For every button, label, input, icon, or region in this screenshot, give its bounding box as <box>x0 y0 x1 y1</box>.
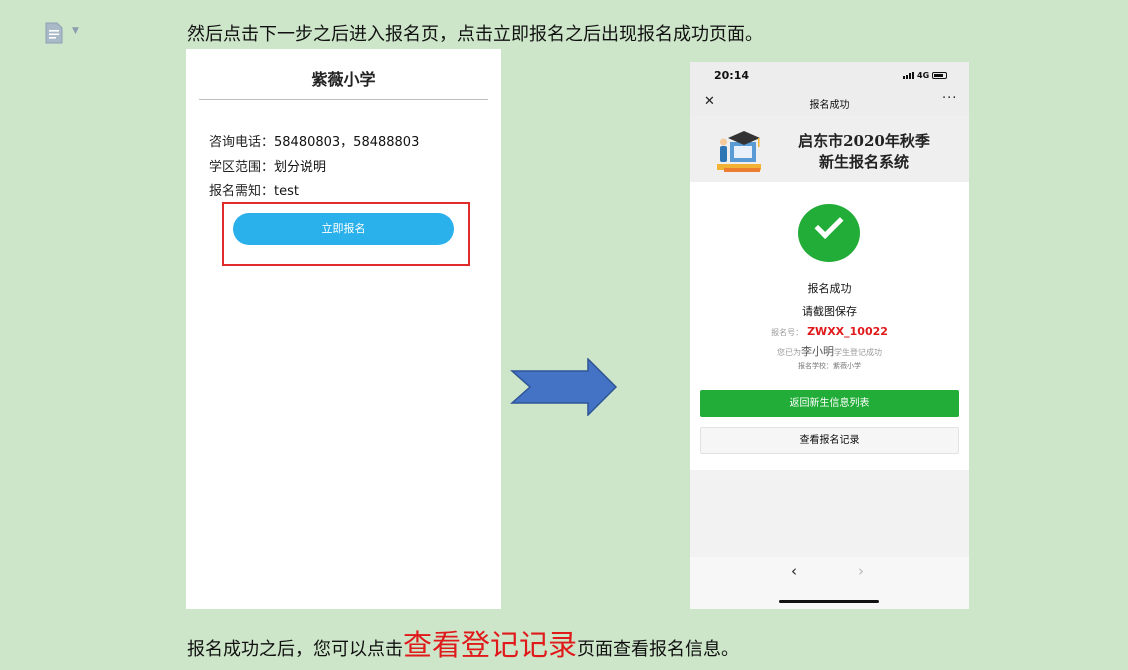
phone-value: 58480803，58488803 <box>274 135 420 150</box>
nav-bar: ✕ 报名成功 ··· <box>690 88 969 116</box>
document-icon[interactable] <box>44 22 64 44</box>
registration-number: 报名号： ZWXX_10022 <box>690 325 969 338</box>
enroll-page-screenshot: 紫薇小学 咨询电话：58480803，58488803 学区范围：划分说明 报名… <box>186 49 501 609</box>
view-records-button[interactable]: 查看报名记录 <box>700 427 959 454</box>
reg-no-label: 报名号： <box>771 328 804 337</box>
nav-title: 报名成功 <box>809 100 850 111</box>
paragraph-top: 然后点击下一步之后进入报名页，点击立即报名之后出现报名成功页面。 <box>187 24 763 45</box>
notice-line: 报名需知：test <box>209 180 299 199</box>
status-bar: 20:14 4G <box>690 62 969 88</box>
status-indicators: 4G <box>903 71 948 80</box>
battery-icon <box>932 72 948 79</box>
success-text: 报名成功 <box>807 282 852 295</box>
phone-line: 咨询电话：58480803，58488803 <box>209 131 419 150</box>
student-name: 李小明 <box>801 345 834 358</box>
browser-bottom-bar: ‹ › <box>690 557 969 609</box>
return-list-button[interactable]: 返回新生信息列表 <box>700 390 959 417</box>
more-icon[interactable]: ··· <box>942 91 957 106</box>
dropdown-caret-icon[interactable]: ▼ <box>72 26 79 36</box>
success-content: 报名成功 请截图保存 报名号： ZWXX_10022 您已为李小明学生登记成功 报… <box>690 182 969 470</box>
home-indicator[interactable] <box>779 600 879 603</box>
para-bottom-after: 页面查看报名信息。 <box>577 639 740 660</box>
school-title: 紫薇小学 <box>311 70 376 89</box>
banner-title-line1: 启东市2020年秋季 <box>798 132 930 150</box>
notice-label: 报名需知： <box>209 184 275 199</box>
reg-no-value: ZWXX_10022 <box>807 325 888 338</box>
status-time: 20:14 <box>714 69 750 82</box>
system-banner: 启东市2020年秋季 新生报名系统 <box>690 116 969 182</box>
forward-icon[interactable]: › <box>858 562 864 580</box>
back-icon[interactable]: ‹ <box>791 562 797 580</box>
phone-label: 咨询电话： <box>209 135 275 150</box>
network-type: 4G <box>917 71 930 80</box>
paragraph-bottom: 报名成功之后，您可以点击查看登记记录页面查看报名信息。 <box>187 622 739 664</box>
save-hint: 请截图保存 <box>802 305 857 318</box>
district-line: 学区范围：划分说明 <box>209 156 326 175</box>
view-records-highlight: 查看登记记录 <box>403 628 578 662</box>
school-line: 报名学校：紫薇小学 <box>690 361 969 371</box>
highlight-box <box>222 202 470 266</box>
success-check-icon <box>798 204 860 262</box>
district-value: 划分说明 <box>274 160 327 175</box>
right-arrow-icon <box>510 358 618 416</box>
banner-title-line2: 新生报名系统 <box>818 153 909 171</box>
school-value: 紫薇小学 <box>833 362 861 370</box>
student-line: 您已为李小明学生登记成功 <box>690 343 969 359</box>
student-prefix: 您已为 <box>777 348 801 357</box>
para-bottom-before: 报名成功之后，您可以点击 <box>187 639 403 660</box>
notice-value: test <box>274 184 299 199</box>
district-label: 学区范围： <box>209 160 275 175</box>
signal-icon <box>903 72 914 79</box>
success-page-screenshot: 20:14 4G ✕ 报名成功 ··· 启东市2020年秋季 新生报名系统 报名… <box>690 62 969 609</box>
student-suffix: 学生登记成功 <box>834 348 882 357</box>
school-label: 报名学校： <box>798 362 833 370</box>
graduation-illustration-icon <box>717 131 761 172</box>
title-divider <box>199 99 488 100</box>
